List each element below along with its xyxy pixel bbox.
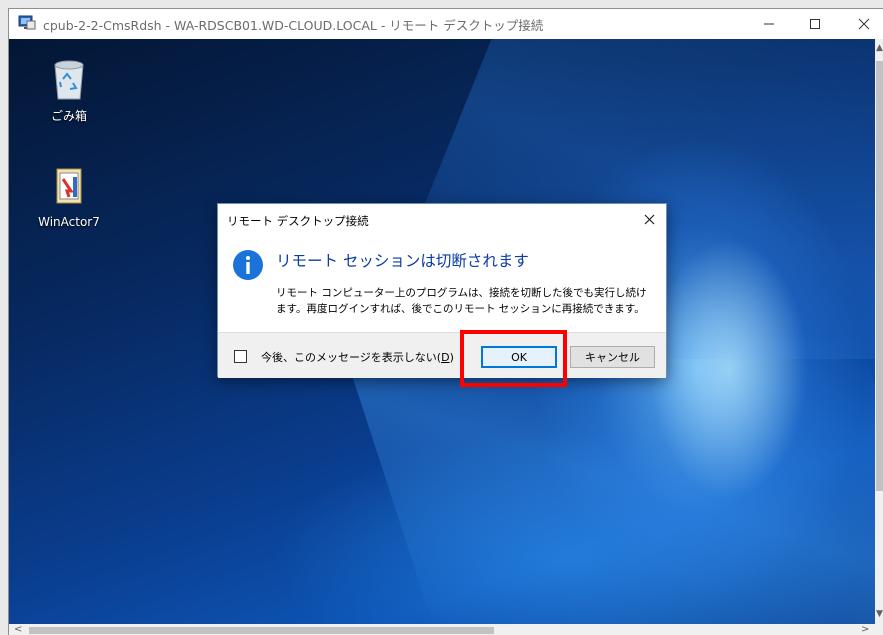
recycle-bin-label: ごみ箱 <box>50 109 87 123</box>
horizontal-scrollbar[interactable]: < > <box>9 624 883 635</box>
dialog-message: リモート コンピューター上のプログラムは、接続を切断した後でも実行し続け ます。… <box>276 285 666 317</box>
disconnect-dialog: リモート デスクトップ接続 リモート セッションは切断されます リモート コンピ… <box>217 203 667 378</box>
dialog-close-button[interactable] <box>638 208 660 230</box>
winactor-label: WinActor7 <box>38 215 100 229</box>
desktop-icon-recycle-bin[interactable]: ごみ箱 <box>29 57 109 124</box>
scroll-left-icon[interactable]: < <box>14 624 22 635</box>
wallpaper-glow <box>649 239 809 499</box>
scroll-down-icon[interactable]: ▼ <box>876 609 883 619</box>
maximize-button[interactable] <box>792 9 837 39</box>
dialog-footer: 今後、このメッセージを表示しない(D) OK キャンセル <box>218 332 666 378</box>
dialog-title: リモート デスクトップ接続 <box>227 214 369 228</box>
info-icon <box>233 250 263 280</box>
dont-show-again-label[interactable]: 今後、このメッセージを表示しない(D) <box>261 349 454 365</box>
winactor-icon <box>56 168 82 204</box>
checkbox-accel-key: D <box>441 351 450 364</box>
ok-highlight-box <box>460 330 567 387</box>
maximize-icon <box>809 19 820 29</box>
checkbox-label-text: 今後、このメッセージを表示しない( <box>261 351 442 364</box>
minimize-button[interactable] <box>746 9 791 39</box>
scroll-up-icon[interactable]: ▲ <box>876 43 883 53</box>
minimize-icon <box>763 23 774 25</box>
vertical-scrollbar[interactable]: ▲ ▼ <box>875 39 883 624</box>
close-icon <box>858 18 869 30</box>
cancel-button[interactable]: キャンセル <box>570 346 655 368</box>
dialog-message-line: リモート コンピューター上のプログラムは、接続を切断した後でも実行し続け <box>276 287 647 299</box>
dont-show-again-checkbox[interactable] <box>234 350 247 363</box>
recycle-bin-icon <box>54 60 84 100</box>
remote-desktop-icon <box>18 15 36 30</box>
dialog-message-line: ます。再度ログインすれば、後でこのリモート セッションに再接続できます。 <box>276 303 645 315</box>
horizontal-scroll-thumb[interactable] <box>29 627 494 634</box>
close-icon <box>644 214 654 224</box>
checkbox-label-close: ) <box>449 351 454 364</box>
desktop-icon-winactor[interactable]: WinActor7 <box>29 165 109 229</box>
scroll-right-icon[interactable]: > <box>861 624 869 635</box>
dialog-heading: リモート セッションは切断されます <box>276 252 529 270</box>
close-button[interactable] <box>841 9 883 39</box>
title-bar[interactable]: cpub-2-2-CmsRdsh - WA-RDSCB01.WD-CLOUD.L… <box>9 9 883 39</box>
vertical-scroll-thumb[interactable] <box>876 61 883 491</box>
window-title: cpub-2-2-CmsRdsh - WA-RDSCB01.WD-CLOUD.L… <box>43 18 544 33</box>
